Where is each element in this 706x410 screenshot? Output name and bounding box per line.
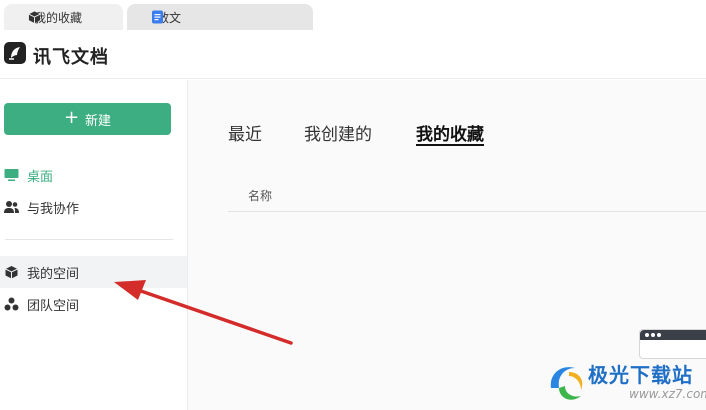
sidebar-item-my-space[interactable]: 我的空间 (0, 256, 187, 288)
tab-recent[interactable]: 最近 (228, 120, 262, 146)
new-button[interactable]: + 新建 (4, 103, 171, 135)
sidebar-item-desktop[interactable]: 桌面 (0, 159, 187, 191)
plus-icon: + (63, 107, 80, 128)
watermark-text: 极光下载站 (588, 363, 693, 387)
iflytek-logo-icon (4, 42, 26, 64)
users-icon (4, 201, 19, 213)
sidebar: + 新建 桌面 与我协作 我的空间 团队空间 (0, 80, 188, 410)
sidebar-divider (5, 239, 173, 240)
cube-icon (28, 11, 41, 24)
watermark-logo-icon (550, 367, 583, 400)
browser-tab-label: 我的收藏 (34, 10, 83, 25)
sidebar-item-collaborate[interactable]: 与我协作 (0, 191, 187, 223)
sidebar-item-label: 桌面 (27, 169, 54, 185)
team-nodes-icon (4, 297, 19, 311)
app-header: 讯飞文档 (0, 33, 706, 79)
browser-tab-bar: 我的收藏 散文 (0, 0, 706, 33)
sidebar-item-label: 团队空间 (27, 298, 80, 314)
monitor-icon (4, 169, 19, 181)
browser-tab-essay[interactable]: 散文 (127, 4, 313, 30)
document-icon (152, 10, 163, 24)
browser-tab-favorites[interactable]: 我的收藏 (4, 4, 123, 30)
floating-widget[interactable] (639, 329, 706, 359)
tab-my-favorites[interactable]: 我的收藏 (416, 120, 484, 146)
sidebar-item-label: 与我协作 (27, 201, 80, 217)
dot-icon (645, 333, 649, 337)
cube-icon (5, 266, 18, 279)
table-header: 名称 (228, 180, 706, 212)
sidebar-item-team-space[interactable]: 团队空间 (0, 288, 187, 320)
app-window: 我的收藏 散文 讯飞文档 + 新建 桌面 与我协作 我的空间 团队空间 最近 我… (0, 0, 706, 410)
sidebar-item-label: 我的空间 (27, 266, 80, 282)
dot-icon (657, 333, 661, 337)
watermark-url: www.xz7.com (629, 387, 706, 401)
watermark: 极光下载站 www.xz7.com (545, 356, 706, 410)
new-button-label: 新建 (85, 113, 112, 129)
dot-icon (651, 333, 655, 337)
tab-created-by-me[interactable]: 我创建的 (304, 120, 372, 146)
brand-title: 讯飞文档 (33, 47, 109, 68)
widget-title-bar (640, 330, 706, 340)
column-header-name[interactable]: 名称 (248, 187, 272, 204)
